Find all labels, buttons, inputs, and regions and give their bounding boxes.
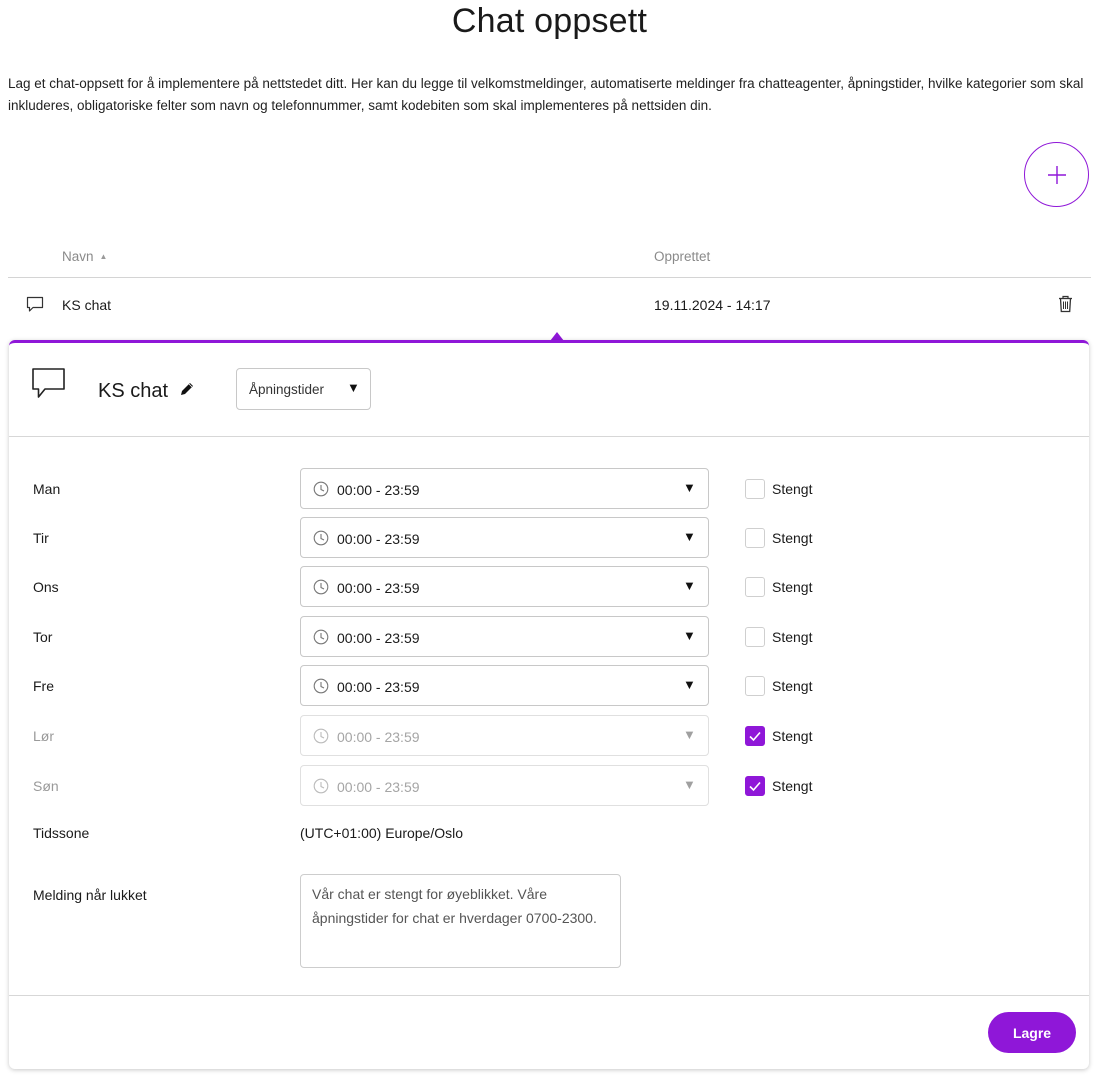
panel-header: KS chat Åpningstider ▼ — [9, 343, 1089, 437]
day-label-thu: Tor — [33, 629, 53, 645]
view-select-value: Åpningstider — [249, 382, 325, 397]
caret-down-icon: ▼ — [683, 480, 696, 495]
time-select-value: 00:00 - 23:59 — [337, 482, 420, 498]
closed-message-textarea[interactable]: Vår chat er stengt for øyeblikket. Våre … — [300, 874, 621, 968]
panel-footer: Lagre — [9, 995, 1089, 1069]
closed-checkbox-wed[interactable] — [745, 577, 765, 597]
caret-down-icon: ▼ — [683, 727, 696, 742]
closed-label: Stengt — [772, 778, 813, 794]
time-select-wed[interactable]: 00:00 - 23:59 ▼ — [300, 566, 709, 607]
closed-label: Stengt — [772, 629, 813, 645]
table-row[interactable]: KS chat 19.11.2024 - 14:17 — [8, 279, 1091, 331]
closed-message-label: Melding når lukket — [33, 887, 147, 903]
time-select-thu[interactable]: 00:00 - 23:59 ▼ — [300, 616, 709, 657]
day-label-mon: Man — [33, 481, 61, 497]
closed-checkbox-sat[interactable] — [745, 726, 765, 746]
chat-bubble-icon — [26, 296, 44, 318]
time-select-mon[interactable]: 00:00 - 23:59 ▼ — [300, 468, 709, 509]
clock-icon — [313, 678, 329, 699]
trash-icon[interactable] — [1058, 295, 1073, 318]
time-select-value: 00:00 - 23:59 — [337, 630, 420, 646]
pencil-icon[interactable] — [179, 381, 195, 402]
clock-icon — [313, 728, 329, 749]
row-created: 19.11.2024 - 14:17 — [654, 297, 771, 313]
time-select-value: 00:00 - 23:59 — [337, 679, 420, 695]
day-label-wed: Ons — [33, 579, 59, 595]
closed-checkbox-thu[interactable] — [745, 627, 765, 647]
closed-label: Stengt — [772, 579, 813, 595]
time-select-fri[interactable]: 00:00 - 23:59 ▼ — [300, 665, 709, 706]
chat-bubble-icon — [31, 367, 67, 406]
time-select-tue[interactable]: 00:00 - 23:59 ▼ — [300, 517, 709, 558]
timezone-label: Tidssone — [33, 825, 90, 841]
timezone-value: (UTC+01:00) Europe/Oslo — [300, 825, 464, 841]
column-header-name[interactable]: Navn ▲ — [62, 249, 107, 264]
caret-down-icon: ▼ — [683, 628, 696, 643]
day-label-tue: Tir — [33, 530, 49, 546]
clock-icon — [313, 629, 329, 650]
clock-icon — [313, 778, 329, 799]
closed-checkbox-tue[interactable] — [745, 528, 765, 548]
clock-icon — [313, 579, 329, 600]
closed-label: Stengt — [772, 728, 813, 744]
checkmark-icon — [749, 781, 761, 792]
closed-checkbox-sun[interactable] — [745, 776, 765, 796]
column-header-created[interactable]: Opprettet — [654, 249, 710, 264]
plus-icon — [1047, 165, 1066, 184]
time-select-value: 00:00 - 23:59 — [337, 580, 420, 596]
save-button[interactable]: Lagre — [988, 1012, 1076, 1053]
day-label-fri: Fre — [33, 678, 54, 694]
day-label-sun: Søn — [33, 778, 59, 794]
table-header: Navn ▲ Opprettet — [8, 240, 1091, 278]
closed-label: Stengt — [772, 481, 813, 497]
caret-down-icon: ▼ — [683, 529, 696, 544]
time-select-value: 00:00 - 23:59 — [337, 531, 420, 547]
closed-checkbox-fri[interactable] — [745, 676, 765, 696]
closed-checkbox-mon[interactable] — [745, 479, 765, 499]
caret-down-icon: ▼ — [347, 380, 360, 395]
time-select-value: 00:00 - 23:59 — [337, 779, 420, 795]
panel-title: KS chat — [98, 380, 169, 402]
time-select-sat[interactable]: 00:00 - 23:59 ▼ — [300, 715, 709, 756]
closed-label: Stengt — [772, 530, 813, 546]
sort-asc-icon: ▲ — [99, 252, 108, 261]
clock-icon — [313, 481, 329, 502]
day-label-sat: Lør — [33, 728, 54, 744]
row-name: KS chat — [62, 297, 112, 313]
view-select[interactable]: Åpningstider ▼ — [236, 368, 371, 410]
checkmark-icon — [749, 731, 761, 742]
time-select-value: 00:00 - 23:59 — [337, 729, 420, 745]
clock-icon — [313, 530, 329, 551]
caret-down-icon: ▼ — [683, 578, 696, 593]
chat-setup-panel: KS chat Åpningstider ▼ Man 00:00 - 23:59… — [9, 340, 1089, 1069]
caret-down-icon: ▼ — [683, 677, 696, 692]
closed-label: Stengt — [772, 678, 813, 694]
page-title: Chat oppsett — [451, 2, 648, 40]
time-select-sun[interactable]: 00:00 - 23:59 ▼ — [300, 765, 709, 806]
column-header-name-label: Navn — [62, 249, 94, 264]
add-chat-setup-button[interactable] — [1024, 142, 1089, 207]
caret-down-icon: ▼ — [683, 777, 696, 792]
page-intro: Lag et chat-oppsett for å implementere p… — [8, 76, 1084, 113]
